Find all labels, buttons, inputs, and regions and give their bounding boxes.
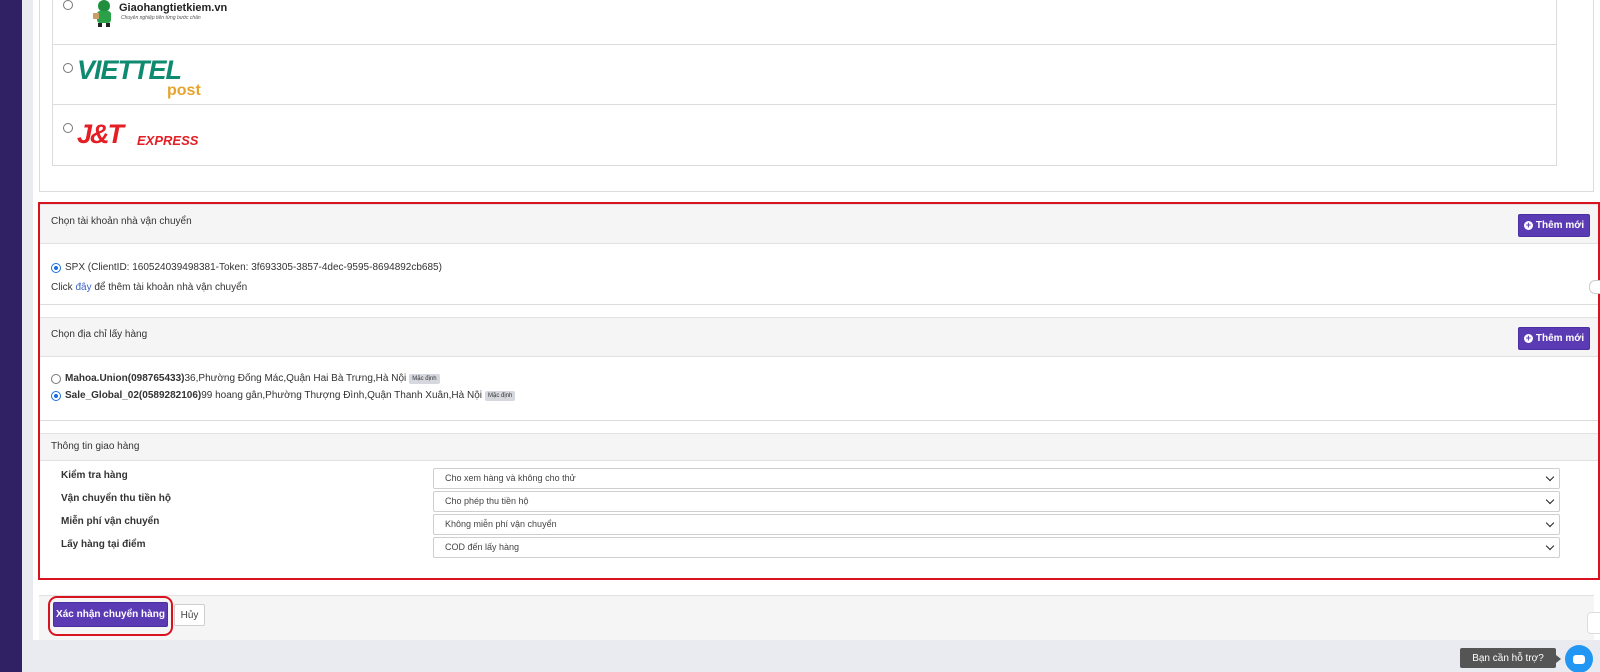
jt-express-logo: J&T EXPRESS (77, 119, 198, 149)
carrier-option-viettel-post[interactable]: VIETTEL post (53, 45, 1556, 105)
form-footer: Xác nhận chuyển hàng Hủy (39, 595, 1594, 640)
pickup-point-select-value: COD đến lấy hàng (445, 542, 520, 552)
cod-select[interactable]: Cho phép thu tiền hộ (433, 491, 1560, 512)
account-section-header: Chọn tài khoản nhà vận chuyển + Thêm mới (40, 204, 1598, 244)
divider (40, 304, 1598, 305)
add-account-button[interactable]: + Thêm mới (1518, 214, 1590, 237)
chevron-down-icon (1545, 518, 1555, 528)
account-section-body: SPX (ClientID: 160524039498381-Token: 3f… (40, 244, 1598, 304)
delivery-section-title: Thông tin giao hàng (51, 441, 140, 452)
carrier-panel: Giaohangtietkiem.vn Chuyên nghiệp tiên t… (39, 0, 1594, 192)
chevron-down-icon (1545, 541, 1555, 551)
pickup-address-text: 99 hoang gân,Phường Thượng Đình,Quận Tha… (201, 390, 482, 401)
left-sidebar-rail (0, 0, 22, 672)
carrier-radio-jt-express[interactable] (63, 123, 73, 133)
account-radio-spx[interactable] (51, 262, 61, 273)
side-book-tab[interactable] (1587, 612, 1600, 634)
carrier-radio-ghtk[interactable] (63, 0, 73, 10)
pickup-address-name: Sale_Global_02(0589282106) (65, 390, 202, 401)
chevron-down-icon (1545, 472, 1555, 482)
field-label-inspect: Kiểm tra hàng (61, 470, 128, 481)
pickup-section-title: Chọn địa chỉ lấy hàng (51, 329, 148, 340)
chevron-down-icon (1545, 495, 1555, 505)
chat-widget-button[interactable] (1565, 645, 1593, 672)
add-account-link[interactable]: đây (75, 282, 91, 293)
carrier-list: Giaohangtietkiem.vn Chuyên nghiệp tiên t… (52, 0, 1557, 166)
jt-logo-express: EXPRESS (137, 133, 199, 148)
pickup-section-header: Chọn địa chỉ lấy hàng + Thêm mới (40, 317, 1598, 357)
free-shipping-select[interactable]: Không miễn phí vận chuyển (433, 514, 1560, 535)
free-shipping-select-value: Không miễn phí vận chuyển (445, 519, 557, 529)
inspect-select[interactable]: Cho xem hàng và không cho thử (433, 468, 1560, 489)
plus-circle-icon: + (1523, 333, 1533, 343)
pickup-address-name: Mahoa.Union(098765433) (65, 373, 185, 384)
pickup-radio-2[interactable] (51, 390, 61, 401)
field-label-cod: Vận chuyển thu tiền hộ (61, 493, 172, 504)
jt-logo-main: J&T (77, 119, 124, 149)
pickup-radio-1[interactable] (51, 373, 61, 384)
pickup-point-select[interactable]: COD đến lấy hàng (433, 537, 1560, 558)
help-request-button[interactable]: Bạn cần hỗ trợ? (1460, 648, 1556, 668)
shipping-config-section: Chọn tài khoản nhà vận chuyển + Thêm mới… (38, 202, 1600, 580)
default-badge: Mặc định (409, 373, 440, 384)
cod-select-value: Cho phép thu tiền hộ (445, 496, 529, 506)
account-section-title: Chọn tài khoản nhà vận chuyển (51, 216, 192, 227)
chat-icon (1573, 654, 1585, 664)
pickup-address-text: 36,Phường Đống Mác,Quận Hai Bà Trưng,Hà … (184, 373, 407, 384)
plus-circle-icon: + (1523, 220, 1533, 230)
pickup-address-option[interactable]: Sale_Global_02(0589282106) 99 hoang gân,… (51, 390, 516, 401)
field-label-free-shipping: Miễn phí vận chuyển (61, 516, 160, 527)
add-pickup-address-button[interactable]: + Thêm mới (1518, 327, 1590, 350)
account-note-prefix: Click (51, 282, 76, 293)
carrier-radio-viettel-post[interactable] (63, 63, 73, 73)
add-account-label: Thêm mới (1535, 220, 1585, 231)
carrier-option-jt-express[interactable]: J&T EXPRESS (53, 105, 1556, 165)
ghtk-mascot-icon (93, 0, 111, 27)
help-pointer-icon (1556, 655, 1561, 663)
account-text: SPX (ClientID: 160524039498381-Token: 3f… (65, 262, 442, 273)
ghtk-name: Giaohangtietkiem.vn (119, 2, 228, 14)
viettel-logo-post: post (167, 82, 201, 99)
pickup-address-option[interactable]: Mahoa.Union(098765433) 36,Phường Đống Má… (51, 373, 440, 384)
ghtk-tagline: Chuyên nghiệp tiên từng bước chân (121, 15, 201, 21)
cancel-button[interactable]: Hủy (174, 604, 205, 626)
account-note: Click đây để thêm tài khoản nhà vận chuy… (51, 282, 247, 293)
account-note-suffix: để thêm tài khoản nhà vận chuyển (91, 282, 248, 293)
carrier-option-ghtk[interactable]: Giaohangtietkiem.vn Chuyên nghiệp tiên t… (53, 0, 1556, 45)
add-pickup-label: Thêm mới (1535, 333, 1585, 344)
viettel-logo-main: VIETTEL (77, 55, 182, 85)
pickup-section-body: Mahoa.Union(098765433) 36,Phường Đống Má… (40, 357, 1598, 420)
ghtk-logo: Giaohangtietkiem.vn Chuyên nghiệp tiên t… (79, 0, 227, 30)
delivery-section-header: Thông tin giao hàng (40, 433, 1598, 461)
default-badge: Mặc định (485, 390, 516, 401)
side-collapse-handle[interactable] (1589, 280, 1600, 294)
divider (40, 420, 1598, 421)
page-content: Giaohangtietkiem.vn Chuyên nghiệp tiên t… (33, 0, 1600, 640)
account-option-spx[interactable]: SPX (ClientID: 160524039498381-Token: 3f… (51, 262, 442, 273)
inspect-select-value: Cho xem hàng và không cho thử (445, 473, 576, 483)
confirm-shipping-button[interactable]: Xác nhận chuyển hàng (53, 602, 168, 627)
viettel-post-logo: VIETTEL post (77, 55, 201, 99)
field-label-pickup-point: Lấy hàng tại điểm (61, 539, 146, 550)
